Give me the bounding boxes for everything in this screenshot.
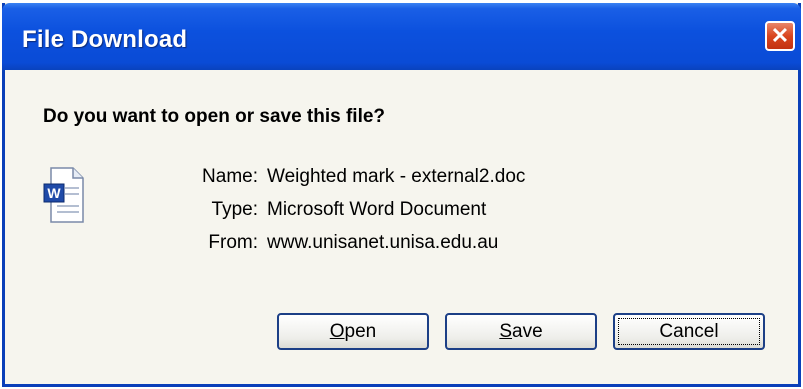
question-text: Do you want to open or save this file? (43, 106, 386, 127)
file-download-dialog: File Download ✕ Do you want to open or s… (2, 3, 801, 387)
cancel-button[interactable]: Cancel (613, 313, 765, 350)
save-button[interactable]: Save (445, 313, 597, 350)
open-label-rest: pen (344, 320, 377, 342)
from-value: www.unisanet.unisa.edu.au (267, 232, 499, 253)
type-value: Microsoft Word Document (267, 199, 487, 220)
name-label: Name: (202, 166, 258, 187)
title-bar[interactable]: File Download ✕ (2, 3, 801, 73)
button-row: Open Save Cancel (277, 313, 765, 350)
dialog-title: File Download (22, 26, 188, 53)
from-label: From: (208, 232, 258, 253)
info-row-name: Name: Weighted mark - external2.doc (165, 166, 525, 199)
dialog-body: Do you want to open or save this file? W… (5, 70, 798, 384)
save-accelerator: S (499, 320, 513, 342)
cancel-label: Cancel (659, 320, 719, 342)
info-row-from: From: www.unisanet.unisa.edu.au (165, 232, 525, 265)
type-label: Type: (211, 199, 258, 220)
svg-text:W: W (47, 185, 61, 201)
file-info: Name: Weighted mark - external2.doc Type… (165, 166, 525, 265)
info-row-type: Type: Microsoft Word Document (165, 199, 525, 232)
save-label-rest: ave (512, 320, 543, 342)
name-value: Weighted mark - external2.doc (267, 166, 526, 187)
word-document-icon: W (43, 167, 84, 223)
close-button[interactable]: ✕ (765, 21, 795, 51)
close-icon: ✕ (770, 23, 790, 48)
open-button[interactable]: Open (277, 313, 429, 350)
open-accelerator: O (329, 320, 345, 342)
